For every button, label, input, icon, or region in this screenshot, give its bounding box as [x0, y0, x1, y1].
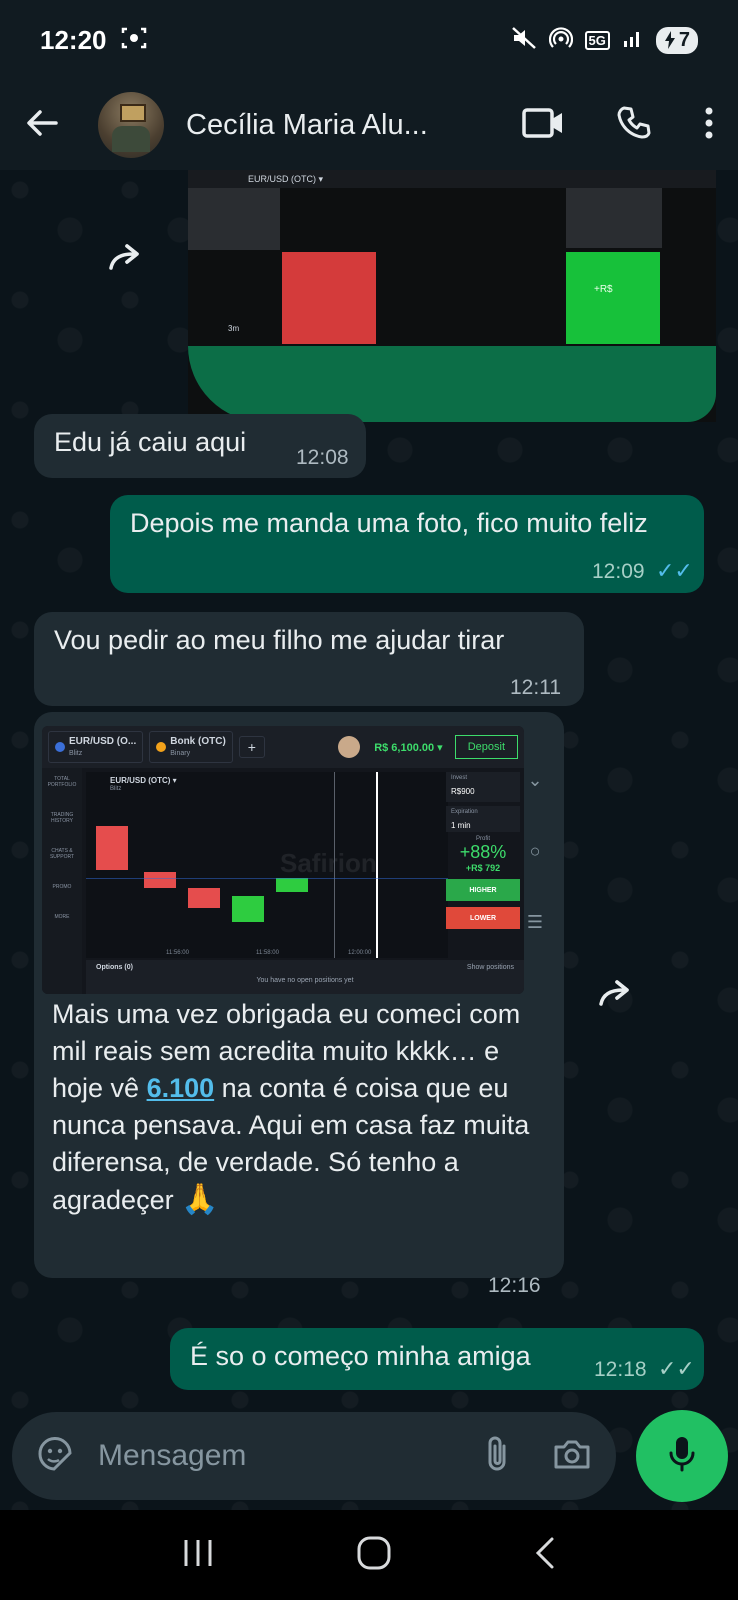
mic-button[interactable]	[636, 1410, 728, 1502]
trade-tab-eurusd-label: EUR/USD (O...	[69, 736, 137, 747]
trade-time-1: 11:56:00	[166, 950, 189, 956]
message-link[interactable]: 6.100	[147, 1073, 215, 1103]
home-icon[interactable]	[356, 1535, 392, 1576]
trade-top-bar: EUR/USD (O... Blitz Bonk (OTC) Binary + R$…	[42, 726, 524, 768]
forward-icon[interactable]	[102, 232, 152, 282]
image-expiry-label: 3m	[228, 324, 240, 333]
trade-time-2: 11:58:00	[256, 950, 279, 956]
message-text: Depois me manda uma foto, fico muito fel…	[130, 508, 648, 538]
message-time: 12:16	[488, 1274, 541, 1297]
forwarded-image-trade[interactable]: EUR/USD (OTC) ▾ +R$ 3m	[188, 170, 716, 422]
mic-icon	[667, 1434, 697, 1479]
trade-bottom-bar: Options (0) Show positions You have no o…	[86, 960, 524, 994]
trade-tab-bonk-sub: Binary	[170, 750, 191, 757]
message-time: 12:08	[296, 446, 349, 469]
message-time: 12:11	[510, 676, 561, 699]
trade-pair-sub: Blitz	[110, 786, 122, 792]
contact-name[interactable]: Cecília Maria Alu...	[186, 109, 428, 142]
image-side-controls: ⌄ ○ ☰	[520, 770, 550, 933]
chat-area[interactable]: EUR/USD (OTC) ▾ +R$ 3m Edu já caiu aqui …	[0, 170, 738, 1512]
trade-show-positions: Show positions	[466, 964, 514, 971]
mute-icon	[511, 26, 537, 55]
status-bar: 12:20 5G 7	[0, 0, 738, 80]
message-text: Vou pedir ao meu filho me ajudar tirar	[54, 625, 505, 655]
signal-icon	[622, 27, 644, 54]
video-call-icon[interactable]	[522, 106, 564, 145]
image-pair-label: EUR/USD (OTC) ▾	[248, 174, 324, 184]
trade-higher-button: HIGHER	[446, 879, 520, 901]
delivered-ticks-icon: ✓✓	[658, 1356, 695, 1381]
chat-header: Cecília Maria Alu...	[0, 80, 738, 170]
message-time: 12:18	[594, 1358, 647, 1381]
trade-profit-value: +R$ 792	[465, 863, 501, 873]
forward-icon[interactable]	[592, 968, 642, 1018]
trade-time-3: 12:00:00	[348, 950, 372, 956]
image-profit-label: +R$	[594, 284, 613, 295]
trade-lower-button: LOWER	[446, 907, 520, 929]
chevron-down-icon: ⌄	[527, 770, 543, 790]
trade-deposit-button: Deposit	[454, 735, 518, 759]
trade-invest-value: R$900	[451, 787, 475, 796]
trade-lower-label: LOWER	[469, 914, 497, 922]
message-outgoing[interactable]: Depois me manda uma foto, fico muito fel…	[110, 495, 704, 593]
trade-options-label: Options (0)	[96, 964, 133, 971]
avatar[interactable]	[98, 92, 164, 158]
status-time: 12:20	[40, 24, 107, 55]
trade-chart: EUR/USD (OTC) ▾ Blitz Safirion 11:56:00 …	[86, 772, 448, 958]
trade-higher-label: HIGHER	[469, 886, 497, 894]
message-incoming[interactable]: Vou pedir ao meu filho me ajudar tirar 1…	[34, 612, 584, 706]
message-time: 12:09	[592, 560, 645, 583]
read-ticks-icon: ✓✓	[656, 558, 693, 583]
message-text: Edu já caiu aqui	[54, 427, 247, 457]
message-input[interactable]: Mensagem	[98, 1439, 246, 1473]
trade-side-item: TRADING HISTORY	[50, 812, 74, 824]
trade-tab-bonk: Bonk (OTC) Binary	[149, 731, 233, 763]
trade-expiration-value: 1 min	[451, 821, 471, 830]
network-type: 5G	[584, 30, 610, 50]
hotspot-icon	[548, 26, 573, 55]
trade-add-tab-icon: +	[238, 736, 265, 758]
trade-pair: EUR/USD (OTC) ▾	[110, 776, 177, 785]
message-incoming[interactable]: Edu já caiu aqui 12:08	[34, 414, 366, 478]
trade-panel: Invest R$900 Expiration 1 min Profit +88…	[446, 772, 520, 958]
message-text: Mais uma vez obrigada eu comeci com mil …	[52, 996, 532, 1219]
menu-lines-icon: ☰	[526, 912, 544, 932]
trade-tab-eurusd: EUR/USD (O... Blitz	[48, 731, 144, 763]
circle-icon: ○	[529, 841, 541, 861]
recent-apps-icon[interactable]	[181, 1538, 215, 1573]
battery-level: 7	[678, 28, 690, 51]
camera-icon[interactable]	[552, 1437, 592, 1476]
trade-invest-label: Invest	[451, 775, 468, 781]
message-input-bar[interactable]: Mensagem	[12, 1412, 616, 1500]
message-text: É so o começo minha amiga	[190, 1341, 531, 1371]
trade-profit-pct: +88%	[459, 842, 507, 862]
trade-no-positions: You have no open positions yet	[256, 977, 354, 984]
back-arrow-icon[interactable]	[24, 105, 60, 146]
trade-avatar	[338, 736, 361, 758]
trade-tab-eurusd-sub: Blitz	[69, 750, 83, 757]
back-icon[interactable]	[533, 1536, 557, 1575]
more-options-icon[interactable]	[704, 105, 714, 146]
trade-side-item: PROMO	[52, 884, 72, 890]
system-nav-bar	[0, 1510, 738, 1600]
attach-icon[interactable]	[484, 1434, 510, 1479]
battery-icon: 7	[655, 26, 698, 54]
screenshot-icon	[121, 26, 147, 55]
trading-screenshot[interactable]: EUR/USD (O... Blitz Bonk (OTC) Binary + R$…	[42, 726, 524, 994]
voice-call-icon[interactable]	[616, 105, 652, 146]
trade-side-item: TOTAL PORTFOLIO	[47, 776, 77, 788]
sticker-icon[interactable]	[36, 1435, 74, 1478]
trade-side-item: CHATS & SUPPORT	[49, 848, 75, 860]
trade-tab-bonk-label: Bonk (OTC)	[170, 736, 226, 747]
trade-balance: R$ 6,100.00 ▾	[374, 741, 443, 754]
trade-sidebar: TOTAL PORTFOLIO TRADING HISTORY CHATS & …	[42, 768, 82, 994]
trade-watermark: Safirion	[280, 848, 377, 878]
praying-hands-emoji: 🙏	[181, 1183, 219, 1216]
trade-side-item: MORE	[54, 914, 70, 920]
message-outgoing[interactable]: É so o começo minha amiga 12:18 ✓✓	[170, 1328, 704, 1390]
trade-expiration-label: Expiration	[451, 809, 478, 815]
